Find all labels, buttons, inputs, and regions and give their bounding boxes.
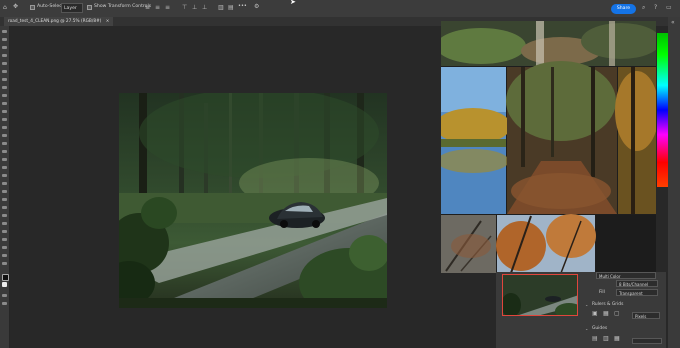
tool-type[interactable]: [2, 166, 7, 169]
panel-collapse-icon[interactable]: «: [671, 20, 675, 26]
align-top-icon[interactable]: ⊤: [182, 5, 187, 11]
tool-blur[interactable]: [2, 142, 7, 145]
chevron-down-icon[interactable]: ⌄: [585, 327, 588, 331]
forest-road-photo: [119, 93, 387, 308]
guide-color-swatch[interactable]: [632, 338, 662, 344]
align-center-icon[interactable]: ≡: [155, 5, 160, 11]
align-middle-icon[interactable]: ⊥: [192, 5, 197, 11]
tool-hand[interactable]: [2, 190, 7, 193]
guide-layout-icon[interactable]: ▤: [592, 336, 598, 342]
gear-icon[interactable]: ⚙: [254, 4, 259, 10]
tool-gradient[interactable]: [2, 134, 7, 137]
distribute-vertical-icon[interactable]: ▤: [228, 5, 234, 11]
tool-eyedropper[interactable]: [2, 86, 7, 89]
tool-crop[interactable]: [2, 70, 7, 73]
align-left-icon[interactable]: ≡: [145, 5, 150, 11]
mode-dropdown[interactable]: Multi Color: [596, 272, 656, 279]
color-spectrum-slider[interactable]: [657, 33, 668, 187]
options-bar: ⌂ ✥ Auto-Select Layer Show Transform Con…: [0, 0, 680, 18]
fill-dropdown[interactable]: Transparent: [616, 289, 658, 296]
auto-select-label: Auto-Select: [37, 4, 64, 9]
show-transform-label: Show Transform Controls: [94, 4, 152, 9]
tool-extra-4[interactable]: [2, 238, 7, 241]
distribute-icon[interactable]: ▥: [218, 5, 224, 11]
panel-icon-bar: «: [668, 17, 680, 348]
tool-frame[interactable]: [2, 78, 7, 81]
guides-icon[interactable]: ▢: [614, 311, 620, 317]
tool-object-select[interactable]: [2, 62, 7, 65]
background-color-swatch[interactable]: [2, 282, 7, 287]
rulers-grids-label: Rulers & Grids: [592, 302, 624, 307]
cursor-icon: ➤: [290, 0, 296, 6]
tool-path-select[interactable]: [2, 174, 7, 177]
navigator-thumbnail[interactable]: [502, 274, 578, 316]
tool-extra-3[interactable]: [2, 230, 7, 233]
tool-stamp[interactable]: [2, 110, 7, 113]
tool-extra-6[interactable]: [2, 254, 7, 257]
tool-extra-5[interactable]: [2, 246, 7, 249]
tool-spot-heal[interactable]: [2, 94, 7, 97]
tool-extra-7[interactable]: [2, 262, 7, 265]
tool-marquee[interactable]: [2, 46, 7, 49]
tool-extra-1[interactable]: [2, 214, 7, 217]
tool-pen[interactable]: [2, 158, 7, 161]
grid-icon[interactable]: ▦: [603, 311, 609, 317]
thumbnail-image: [503, 275, 577, 315]
ruler-icon[interactable]: ▣: [592, 311, 598, 317]
tool-eraser[interactable]: [2, 126, 7, 129]
share-button[interactable]: Share: [611, 4, 636, 14]
guide-settings-icon[interactable]: ▥: [603, 336, 609, 342]
help-icon[interactable]: ?: [654, 5, 657, 11]
tool-zoom[interactable]: [2, 198, 7, 201]
tool-move[interactable]: [2, 30, 7, 33]
canvas-document[interactable]: [119, 93, 387, 308]
fill-label: Fill: [599, 290, 605, 295]
tool-history-brush[interactable]: [2, 118, 7, 121]
close-tab-button[interactable]: ×: [106, 19, 110, 24]
tools-panel: [0, 26, 10, 348]
more-options-button[interactable]: •••: [238, 3, 247, 9]
guides-label: Guides: [592, 326, 608, 331]
guide-add-icon[interactable]: ▦: [614, 336, 620, 342]
tool-shape[interactable]: [2, 182, 7, 185]
bit-depth-dropdown[interactable]: 8 Bits/Channel: [616, 280, 658, 287]
layer-select[interactable]: Layer: [61, 3, 83, 13]
tool-brush[interactable]: [2, 102, 7, 105]
tool-lasso[interactable]: [2, 54, 7, 57]
tool-edit-toolbar[interactable]: [2, 206, 7, 209]
photo-collage-overlay: [441, 21, 656, 273]
align-bottom-icon[interactable]: ⊥: [202, 5, 207, 11]
foreground-color-swatch[interactable]: [2, 274, 9, 281]
align-right-icon[interactable]: ≡: [165, 5, 170, 11]
collage-images: [441, 21, 656, 273]
document-tab-title: road_test_4_CLEAN.png @ 27.5% (RGB/8#): [8, 19, 102, 24]
auto-select-checkbox[interactable]: [30, 5, 35, 10]
chevron-down-icon[interactable]: ⌄: [585, 303, 588, 307]
share-label: Share: [616, 6, 631, 11]
quick-mask-toggle[interactable]: [2, 294, 7, 297]
units-dropdown[interactable]: Pixels: [632, 312, 660, 319]
document-tab[interactable]: road_test_4_CLEAN.png @ 27.5% (RGB/8#) ×: [4, 17, 114, 26]
tool-extra-2[interactable]: [2, 222, 7, 225]
tool-dodge[interactable]: [2, 150, 7, 153]
tool-artboard[interactable]: [2, 38, 7, 41]
properties-panel: Multi Color 8 Bits/Channel Fill Transpar…: [496, 272, 666, 348]
move-tool-icon[interactable]: ✥: [13, 4, 18, 10]
workspace-icon[interactable]: ▭: [666, 5, 672, 11]
show-transform-checkbox[interactable]: [87, 5, 92, 10]
search-icon[interactable]: ⌕: [642, 5, 645, 11]
home-icon[interactable]: ⌂: [3, 5, 7, 11]
screen-mode-toggle[interactable]: [2, 302, 7, 305]
